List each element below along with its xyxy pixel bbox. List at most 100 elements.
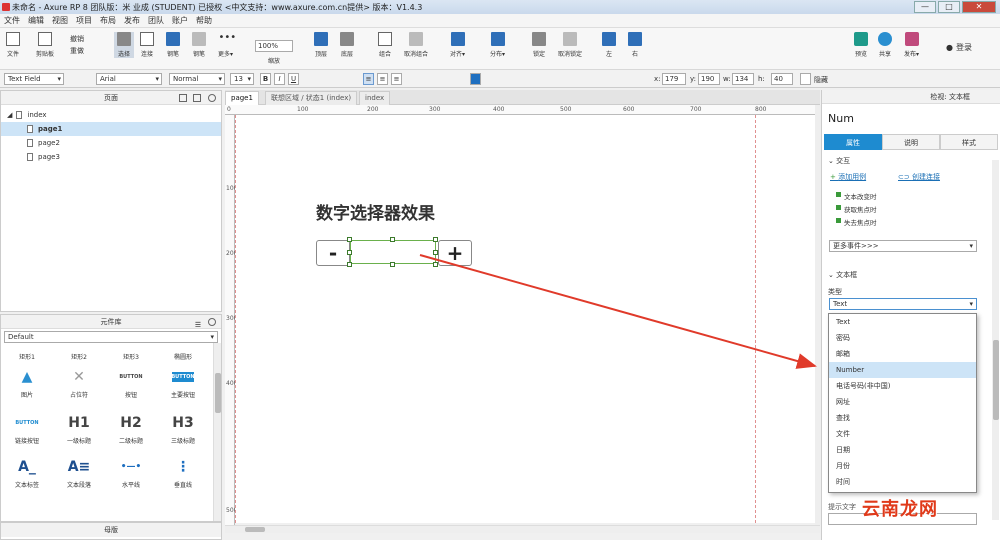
design-canvas[interactable] (235, 115, 815, 523)
select-button[interactable]: 选择 (114, 32, 134, 58)
left-button[interactable]: 左 (602, 32, 616, 58)
page-tree-item[interactable]: page3 (1, 150, 221, 164)
option-file[interactable]: 文件 (829, 426, 976, 442)
minus-button[interactable]: - (316, 240, 350, 266)
font-size-select[interactable]: 13 (230, 73, 254, 85)
zoom-select[interactable]: 100% (255, 40, 293, 52)
menu-publish[interactable]: 发布 (120, 14, 144, 28)
hidden-checkbox[interactable] (800, 73, 811, 85)
group-button[interactable]: 组合 (378, 32, 392, 58)
widget-paragraph[interactable]: A≡ 文本段落 (53, 457, 105, 489)
undo-button[interactable]: 撤销 (70, 34, 84, 44)
w-input[interactable]: 134 (732, 73, 754, 85)
menu-project[interactable]: 项目 (72, 14, 96, 28)
library-scrollbar[interactable] (213, 343, 221, 521)
interaction-section-title[interactable]: ⌄ 交互 (828, 156, 850, 166)
plus-button[interactable]: + (438, 240, 472, 266)
widget-text-label[interactable]: A_ 文本标签 (1, 457, 53, 489)
send-bottom-button[interactable]: 底层 (340, 32, 354, 58)
menu-help[interactable]: 帮助 (192, 14, 216, 28)
textbox-section-title[interactable]: ⌄ 文本框 (828, 270, 857, 280)
type-select[interactable]: Text (829, 298, 977, 310)
ungroup-button[interactable]: 取消组合 (404, 32, 428, 58)
redo-button[interactable]: 重做 (70, 46, 84, 56)
selection-handle[interactable] (390, 237, 395, 242)
widget-vline[interactable]: ⋮ 垂直线 (157, 457, 209, 489)
publish-button[interactable]: 发布▾ (904, 32, 919, 58)
selection-handle[interactable] (347, 237, 352, 242)
menu-layout[interactable]: 布局 (96, 14, 120, 28)
tab-index[interactable]: index (359, 91, 391, 105)
align-left-button[interactable]: ≡ (363, 73, 374, 85)
widget-rect3[interactable]: 矩形3 (105, 341, 157, 361)
selection-handle[interactable] (390, 262, 395, 267)
minimize-button[interactable]: — (914, 1, 936, 13)
option-date[interactable]: 日期 (829, 442, 976, 458)
y-input[interactable]: 190 (698, 73, 720, 85)
right-button[interactable]: 右 (628, 32, 642, 58)
align-button[interactable]: 对齐▾ (450, 32, 465, 58)
clipboard-button[interactable]: 剪贴板 (36, 32, 54, 58)
share-button[interactable]: 共享 (878, 32, 892, 58)
more-button[interactable]: ••• 更多▾ (218, 32, 236, 58)
widget-h2[interactable]: H2 二级标题 (105, 413, 157, 445)
add-case-link[interactable]: + 添加用例 (830, 172, 866, 182)
widget-name[interactable]: Num (828, 112, 854, 125)
font-family-select[interactable]: Arial (96, 73, 162, 85)
more-events-select[interactable]: 更多事件>>> (829, 240, 977, 252)
bold-button[interactable]: B (260, 73, 271, 85)
pen2-button[interactable]: 钢笔 (192, 32, 206, 58)
x-input[interactable]: 179 (662, 73, 686, 85)
menu-team[interactable]: 团队 (144, 14, 168, 28)
event-blur[interactable]: 失去焦点时 (836, 217, 877, 227)
tab-notes[interactable]: 说明 (882, 134, 940, 150)
widget-h1[interactable]: H1 一级标题 (53, 413, 105, 445)
bring-top-button[interactable]: 顶层 (314, 32, 328, 58)
widget-rect2[interactable]: 矩形2 (53, 341, 105, 361)
canvas-heading[interactable]: 数字选择器效果 (316, 199, 435, 224)
add-folder-icon[interactable] (193, 94, 201, 102)
search-icon[interactable] (208, 94, 216, 102)
align-center-button[interactable]: ≡ (377, 73, 388, 85)
login-button[interactable]: ● 登录 (946, 42, 972, 53)
widget-image[interactable]: ▲ 图片 (1, 367, 53, 399)
option-url[interactable]: 网址 (829, 394, 976, 410)
option-phone[interactable]: 电话号码(非中国) (829, 378, 976, 394)
distribute-button[interactable]: 分布▾ (490, 32, 505, 58)
tab-page1[interactable]: page1 (225, 91, 259, 105)
connect-button[interactable]: 连接 (140, 32, 154, 58)
option-search[interactable]: 查找 (829, 410, 976, 426)
event-focus[interactable]: 获取焦点时 (836, 204, 877, 214)
widget-placeholder[interactable]: ✕ 占位符 (53, 367, 105, 399)
selection-handle[interactable] (347, 262, 352, 267)
fill-color-button[interactable] (470, 73, 481, 85)
maximize-button[interactable]: □ (938, 1, 960, 13)
option-number[interactable]: Number (829, 362, 976, 378)
tab-dynamic-panel-state[interactable]: 联想区域 / 状态1 (index) (265, 91, 358, 105)
menu-file[interactable]: 文件 (0, 14, 24, 28)
menu-view[interactable]: 视图 (48, 14, 72, 28)
inspector-scrollbar[interactable] (992, 160, 999, 520)
add-page-icon[interactable] (179, 94, 187, 102)
italic-button[interactable]: I (274, 73, 285, 85)
page-tree-root[interactable]: ◢ index (1, 108, 221, 122)
tab-properties[interactable]: 属性 (824, 134, 882, 150)
menu-account[interactable]: 账户 (168, 14, 192, 28)
widget-rect1[interactable]: 矩形1 (1, 341, 53, 361)
widget-primary-button[interactable]: BUTTON 主要按钮 (157, 367, 209, 399)
menu-edit[interactable]: 编辑 (24, 14, 48, 28)
page-tree-item[interactable]: page2 (1, 136, 221, 150)
underline-button[interactable]: U (288, 73, 299, 85)
widget-h3[interactable]: H3 三级标题 (157, 413, 209, 445)
option-time[interactable]: 时间 (829, 474, 976, 490)
widget-hline[interactable]: •—• 水平线 (105, 457, 157, 489)
page-tree-item[interactable]: page1 (1, 122, 221, 136)
option-email[interactable]: 邮箱 (829, 346, 976, 362)
canvas-horizontal-scrollbar[interactable] (225, 525, 820, 533)
widget-ellipse[interactable]: 椭圆形 (157, 341, 209, 361)
option-password[interactable]: 密码 (829, 330, 976, 346)
widget-type-select[interactable]: Text Field (4, 73, 64, 85)
lock-button[interactable]: 锁定 (532, 32, 546, 58)
number-text-field[interactable] (350, 240, 436, 264)
create-link-link[interactable]: ⊂⊃ 创建连接 (898, 172, 940, 182)
